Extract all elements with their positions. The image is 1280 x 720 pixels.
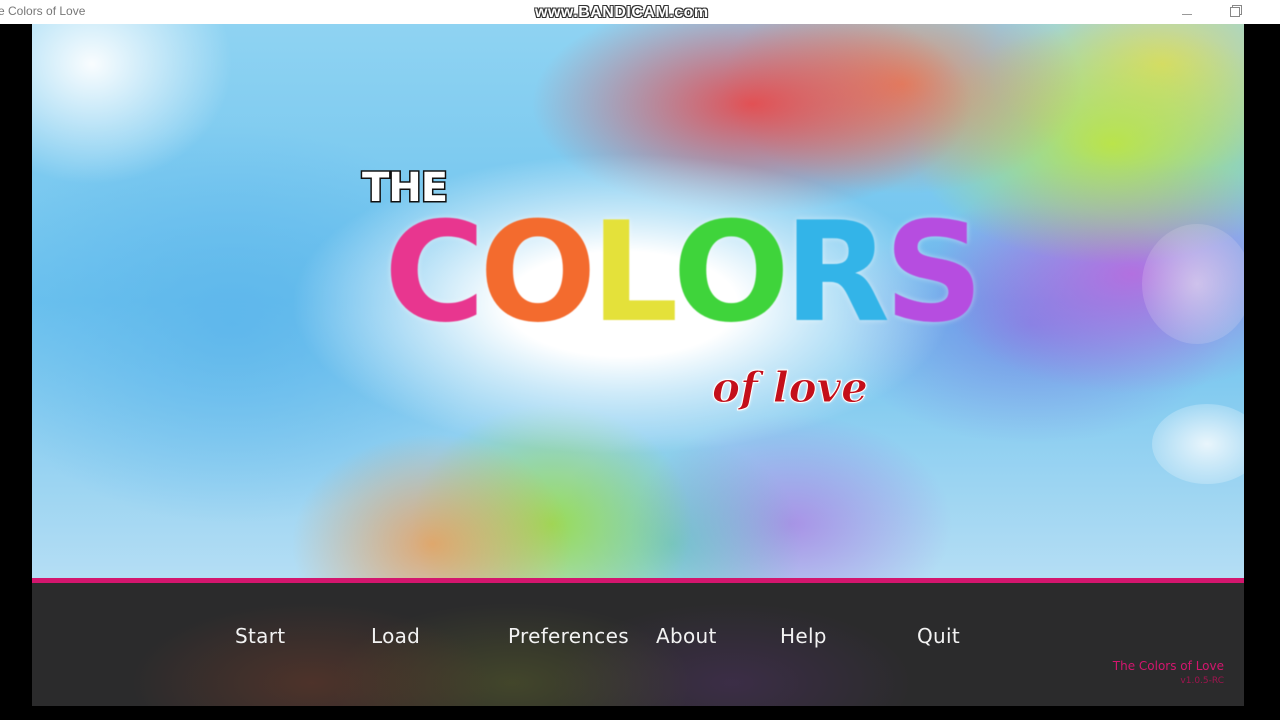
logo-letter: S <box>884 192 983 353</box>
maximize-button[interactable] <box>1212 0 1258 24</box>
logo-letter: O <box>479 192 596 353</box>
about-button[interactable]: About <box>656 624 717 648</box>
game-main-menu: THE COLORS of love Start Load Preference… <box>32 24 1244 706</box>
logo-tagline: of love <box>712 363 869 413</box>
load-button[interactable]: Load <box>371 624 420 648</box>
main-menu-bar: Start Load Preferences About Help Quit T… <box>32 583 1244 706</box>
recording-watermark: www.BANDICAM.com <box>535 4 709 21</box>
quit-button[interactable]: Quit <box>917 624 960 648</box>
logo-colors: COLORS <box>384 192 984 353</box>
maximize-icon <box>1230 7 1240 17</box>
logo-letter: C <box>384 192 485 353</box>
logo-letter: R <box>783 192 890 353</box>
preferences-button[interactable]: Preferences <box>508 624 629 648</box>
minimize-button[interactable] <box>1164 0 1210 24</box>
background-cloud <box>1142 224 1244 344</box>
version-label: v1.0.5-RC <box>1180 676 1224 686</box>
help-button[interactable]: Help <box>780 624 827 648</box>
minimize-icon <box>1182 14 1192 15</box>
logo-letter: O <box>672 192 790 353</box>
game-name-label: The Colors of Love <box>1112 659 1224 673</box>
window-titlebar: e Colors of Love www.BANDICAM.com <box>0 0 1280 24</box>
logo-letter: L <box>590 192 679 353</box>
window-title: e Colors of Love <box>0 4 86 18</box>
start-button[interactable]: Start <box>235 624 285 648</box>
